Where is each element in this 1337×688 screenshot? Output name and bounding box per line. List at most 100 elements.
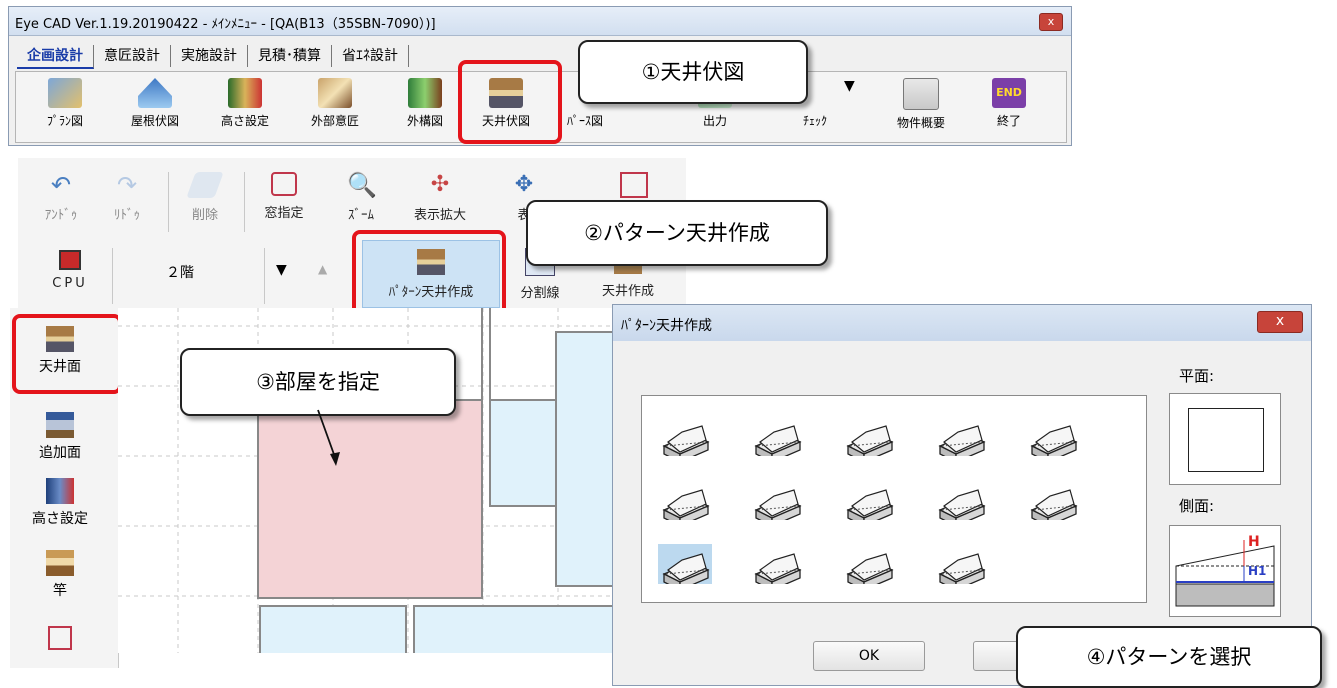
exit-tool[interactable]: END 終了 (974, 76, 1044, 129)
pattern-option[interactable] (934, 544, 988, 591)
frame-tool-icon (48, 626, 72, 650)
ok-button[interactable]: OK (813, 641, 925, 671)
frame-icon (620, 172, 648, 198)
window-titlebar: Eye CAD Ver.1.19.20190422 - ﾒｲﾝﾒﾆｭｰ - [Q… (9, 7, 1071, 36)
selected-room (257, 399, 483, 599)
add-surface-button[interactable]: 追加面 (10, 412, 110, 462)
tool-label: 外構図 (406, 114, 443, 128)
dialog-title: ﾊﾟﾀｰﾝ天井作成 (621, 318, 712, 334)
rod-icon (46, 550, 74, 576)
window-title: Eye CAD Ver.1.19.20190422 - ﾒｲﾝﾒﾆｭｰ - [Q… (15, 17, 436, 32)
redo-button[interactable]: ↷ ﾘﾄﾞｩ (100, 172, 154, 223)
highlight-ceiling-plan (458, 60, 562, 144)
dialog-close-button[interactable]: x (1257, 311, 1303, 333)
side-label: 側面: (1179, 497, 1215, 515)
tool-label: 出力 (702, 114, 727, 128)
callout-select-pattern: ④パターンを選択 (1016, 626, 1322, 688)
pattern-option[interactable] (934, 480, 988, 527)
tool-label: ﾊﾟｰｽ図 (566, 114, 603, 128)
highlight-ceiling-surface (12, 314, 122, 394)
window-select-button[interactable]: 窓指定 (254, 172, 314, 221)
pattern-option[interactable] (842, 544, 896, 591)
property-overview-tool[interactable]: 物件概要 (886, 76, 956, 131)
height-setting-tool[interactable]: 高さ設定 (210, 76, 280, 129)
separator (244, 172, 245, 232)
tool-label: ﾁｪｯｸ (802, 114, 827, 128)
room (489, 399, 557, 507)
exterior-icon (318, 78, 352, 108)
pattern-panel (641, 395, 1147, 603)
zoom-label: ｽﾞｰﾑ (348, 208, 374, 223)
property-icon (903, 78, 939, 110)
cpu-button[interactable]: CPU (40, 250, 100, 291)
plan-label: 平面: (1179, 367, 1215, 385)
pattern-option-selected[interactable] (658, 544, 712, 591)
pointer-arrow (317, 409, 340, 466)
pattern-option[interactable] (842, 480, 896, 527)
zoom-button[interactable]: 🔍 ｽﾞｰﾑ (334, 172, 388, 223)
undo-button[interactable]: ↶ ｱﾝﾄﾞｩ (34, 172, 88, 223)
tab-implementation[interactable]: 実施設計 (171, 45, 248, 67)
delete-button[interactable]: 削除 (178, 172, 232, 223)
pattern-option[interactable] (842, 416, 896, 463)
tool-label: 終了 (996, 114, 1021, 128)
divider-label: 分割線 (520, 286, 560, 301)
cpu-label: CPU (52, 276, 88, 291)
rod-button[interactable]: 竿 (10, 550, 110, 600)
dropdown-arrow-icon[interactable]: ▼ (844, 78, 855, 94)
tab-planning[interactable]: 企画設計 (17, 45, 94, 69)
pattern-option[interactable] (658, 480, 712, 527)
delete-label: 削除 (191, 208, 218, 223)
left-tool-label: 追加面 (39, 445, 81, 461)
plan-icon (48, 78, 82, 108)
tab-estimate[interactable]: 見積･積算 (248, 45, 332, 67)
enlarge-button[interactable]: ✣ 表示拡大 (402, 172, 478, 223)
tab-design[interactable]: 意匠設計 (94, 45, 171, 67)
h-label: H (1248, 534, 1260, 550)
undo-icon: ↶ (50, 171, 72, 199)
floor-selector[interactable]: ２階 (166, 262, 194, 282)
pattern-option[interactable] (750, 416, 804, 463)
callout-ceiling-plan: ①天井伏図 (578, 40, 808, 104)
tool-label: 物件概要 (896, 116, 945, 130)
redo-icon: ↷ (116, 171, 138, 199)
tool-label: ﾌﾟﾗﾝ図 (46, 114, 83, 128)
window-select-icon (271, 172, 297, 196)
plan-tool[interactable]: ﾌﾟﾗﾝ図 (30, 76, 100, 129)
separator (112, 248, 113, 304)
pattern-option[interactable] (934, 416, 988, 463)
separator (264, 248, 265, 304)
extra-tool-button[interactable] (10, 626, 110, 654)
roof-icon (138, 78, 172, 108)
roof-plan-tool[interactable]: 屋根伏図 (120, 76, 190, 129)
pattern-option[interactable] (750, 544, 804, 591)
magnifier-icon: 🔍 (347, 171, 377, 199)
shrink-icon: ✥ (514, 172, 534, 197)
floor-down-arrow-icon[interactable]: ▼ (276, 262, 287, 278)
eraser-icon (186, 172, 224, 198)
left-tool-label: 竿 (53, 583, 67, 599)
floor-up-arrow-icon[interactable]: ▲ (318, 262, 327, 276)
room (413, 605, 618, 653)
highlight-pattern-ceiling (352, 230, 506, 316)
room (259, 605, 407, 653)
end-icon: END (992, 78, 1026, 108)
callout-specify-room: ③部屋を指定 (180, 348, 456, 416)
add-surface-icon (46, 412, 74, 438)
pattern-option[interactable] (750, 480, 804, 527)
enlarge-icon: ✣ (430, 172, 450, 197)
tab-energy[interactable]: 省ｴﾈ設計 (332, 45, 409, 67)
room (555, 331, 618, 587)
height-setting-button[interactable]: 高さ設定 (10, 478, 110, 528)
exterior-design-tool[interactable]: 外部意匠 (300, 76, 370, 129)
close-button[interactable]: x (1039, 13, 1063, 31)
pattern-option[interactable] (1026, 480, 1080, 527)
exterior-structure-tool[interactable]: 外構図 (390, 76, 460, 129)
pattern-option[interactable] (1026, 416, 1080, 463)
side-preview: H H1 (1169, 525, 1281, 617)
menu-tabs: 企画設計 意匠設計 実施設計 見積･積算 省ｴﾈ設計 (17, 45, 409, 69)
height-setting-icon (46, 478, 74, 504)
pattern-option[interactable] (658, 416, 712, 463)
cpu-icon (59, 250, 81, 270)
exterior-structure-icon (408, 78, 442, 108)
